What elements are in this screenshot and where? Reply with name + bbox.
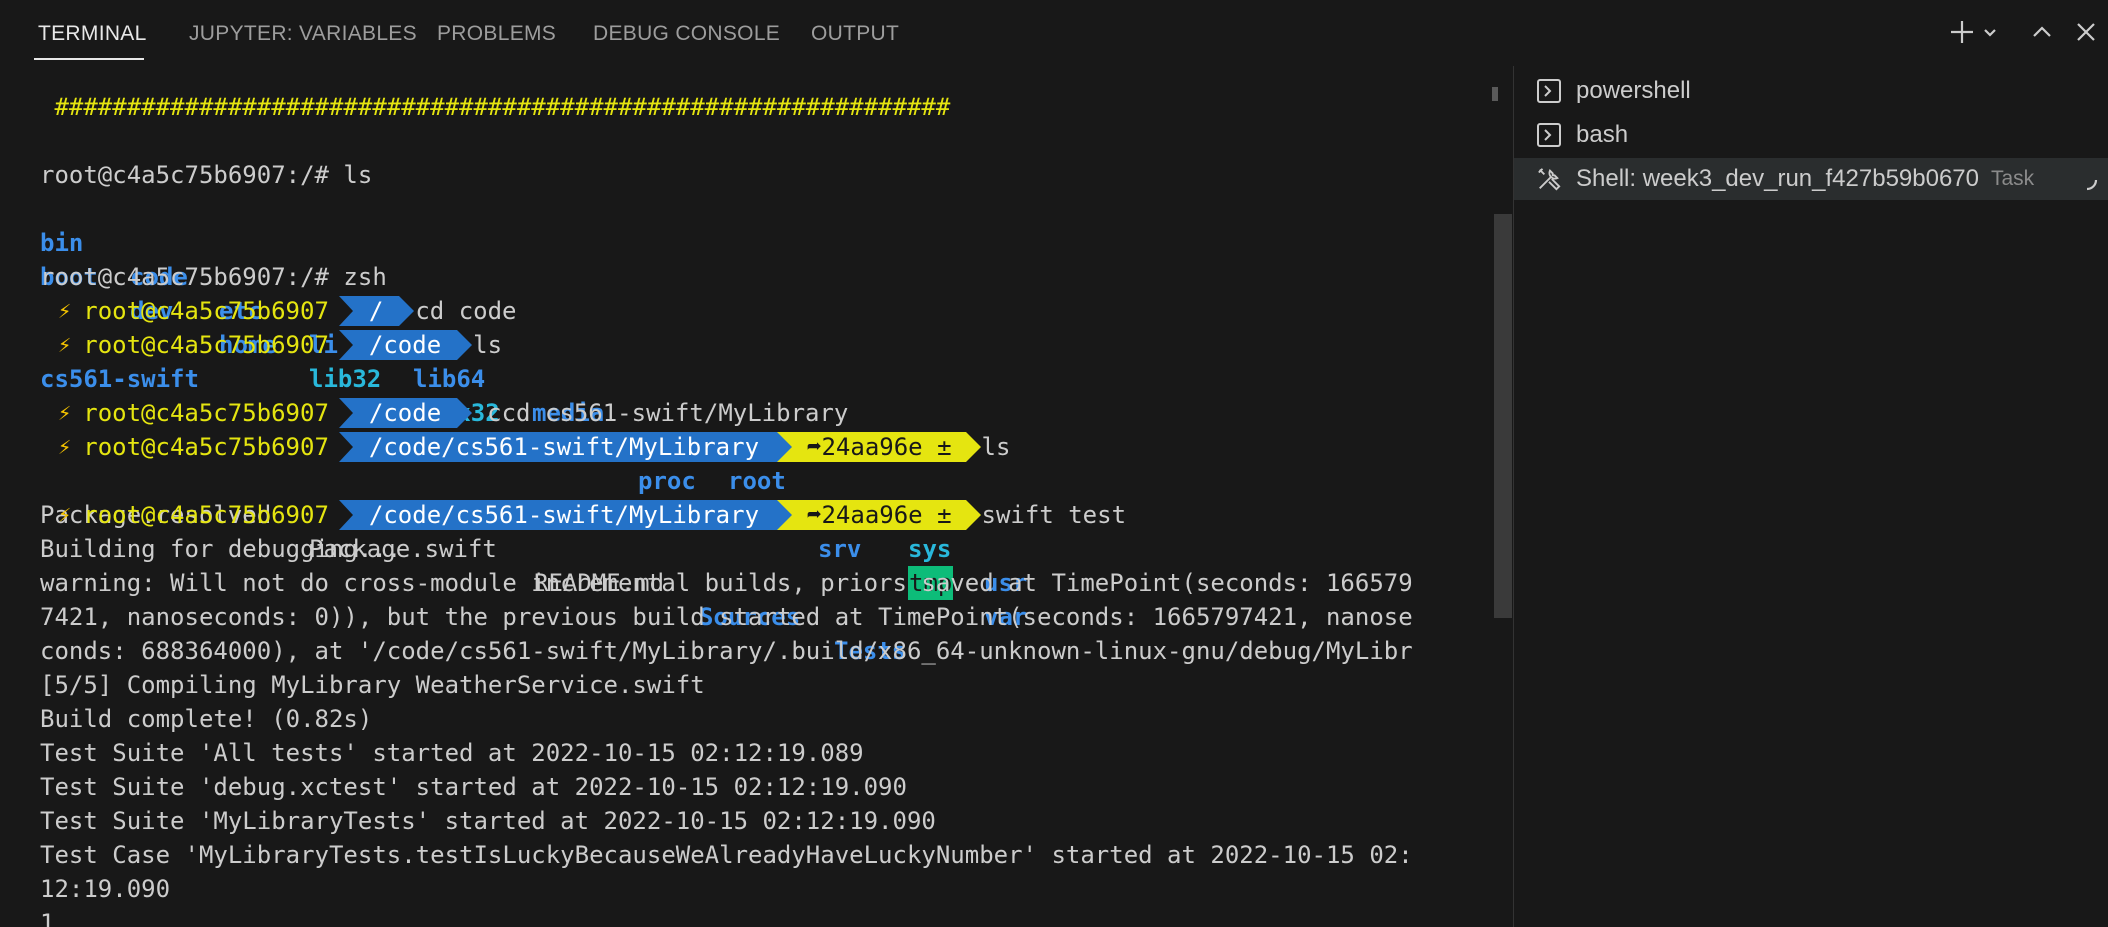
prompt-command: cd code — [415, 297, 517, 325]
chevron-up-icon — [2033, 26, 2051, 37]
prompt-context: ⚡ root@c4a5c75b6907 — [40, 296, 339, 326]
close-panel-button[interactable] — [2068, 14, 2104, 50]
prompt-dir: /code — [338, 398, 473, 428]
zsh-prompt: ⚡ root@c4a5c75b6907 /code/cs561-swift/MyL… — [40, 498, 1126, 532]
zsh-prompt: ⚡ root@c4a5c75b6907 / cd code — [40, 294, 517, 328]
output-line: Test Case 'MyLibraryTests.testIsLuckyBec… — [40, 841, 1413, 869]
output-line: 12:19.090 — [40, 875, 171, 903]
tab-terminal[interactable]: TERMINAL — [38, 22, 147, 46]
output-line: Build complete! (0.82s) — [40, 705, 373, 733]
terminal-item-bash[interactable]: bash — [1514, 114, 2108, 156]
tools-icon — [1536, 166, 1562, 192]
prompt-user-host: root@c4a5c75b6907 — [83, 399, 329, 427]
terminal-icon — [1536, 122, 1562, 148]
lightning-icon: ⚡ — [58, 332, 72, 358]
output-line: Test Suite 'debug.xctest' started at 202… — [40, 773, 907, 801]
terminal-scrollbar-thumb[interactable] — [1494, 214, 1512, 618]
terminal-icon — [1536, 78, 1562, 104]
terminal-prompt-zsh: root@c4a5c75b6907:/# zsh — [40, 263, 387, 291]
terminal-item-task-label: Task — [1991, 167, 2035, 190]
prompt-dir: /code — [338, 330, 473, 360]
terminal-tabs-list: powershell bash Shell: week3_dev_run_f42… — [1514, 66, 2108, 927]
new-terminal-button[interactable] — [1944, 14, 1980, 50]
zsh-prompt: ⚡ root@c4a5c75b6907 /code/cs561-swift/MyL… — [40, 430, 1010, 464]
ls-output-row-1: bin code etc lib lib64 media opt root sb… — [40, 192, 1490, 597]
prompt-dir: /code/cs561-swift/MyLibrary — [338, 500, 793, 530]
prompt-command: ls — [473, 331, 503, 359]
ls-entry: sys — [908, 535, 952, 563]
zsh-prompt: ⚡ root@c4a5c75b6907 /code ccd cs561-swift… — [40, 396, 848, 430]
tab-jupyter-variables[interactable]: JUPYTER: VARIABLES — [189, 22, 417, 46]
terminal-viewport[interactable]: ########################################… — [0, 66, 1494, 927]
prompt-context: ⚡ root@c4a5c75b6907 — [40, 330, 339, 360]
scrollbar-marker — [1492, 87, 1498, 101]
ls-output-row-2: boot dev home lib32 libx32 mnt proc run … — [40, 226, 1490, 631]
terminal-item-label: powershell — [1576, 77, 1691, 104]
prompt-user-host: root@c4a5c75b6907 — [83, 433, 329, 461]
prompt-dir: /code/cs561-swift/MyLibrary — [338, 432, 793, 462]
output-line: Test Suite 'All tests' started at 2022-1… — [40, 739, 864, 767]
lightning-icon: ⚡ — [58, 400, 72, 426]
prompt-dir: / — [338, 296, 415, 326]
panel-header: TERMINAL JUPYTER: VARIABLES PROBLEMS DEB… — [0, 0, 2108, 66]
output-line: [5/5] Compiling MyLibrary WeatherService… — [40, 671, 705, 699]
maximize-panel-button[interactable] — [2024, 14, 2060, 50]
terminal-item-powershell[interactable]: powershell — [1514, 70, 2108, 112]
close-icon — [2077, 23, 2095, 41]
prompt-user-host: root@c4a5c75b6907 — [83, 501, 329, 529]
ls-output-code: cs561-swift — [40, 365, 199, 393]
ls-entry: lib64 — [413, 365, 486, 393]
prompt-context: ⚡ root@c4a5c75b6907 — [40, 398, 339, 428]
prompt-command: ls — [981, 433, 1011, 461]
output-line: conds: 688364000), at '/code/cs561-swift… — [40, 637, 1413, 665]
banner-hash-line: ########################################… — [40, 93, 951, 121]
plus-icon — [1951, 21, 1973, 43]
lightning-icon: ⚡ — [58, 434, 72, 460]
prompt-command: ccd cs561-swift/MyLibrary — [487, 399, 849, 427]
terminal-item-label: bash — [1576, 121, 1629, 148]
ls-entry: srv — [818, 535, 862, 563]
zsh-prompt: ⚡ root@c4a5c75b6907 /code ls — [40, 328, 502, 362]
prompt-git-status: ➦24aa96e ± — [777, 500, 980, 530]
terminal-item-shell-task[interactable]: Shell: week3_dev_run_f427b59b0670 Task — [1514, 158, 2108, 200]
prompt-user-host: root@c4a5c75b6907 — [83, 297, 329, 325]
ls-output-mylibrary: Package.resolved Package.swift README.md… — [40, 464, 1490, 665]
loading-spinner-icon — [2086, 179, 2098, 191]
prompt-user-host: root@c4a5c75b6907 — [83, 331, 329, 359]
output-line: warning: Will not do cross-module increm… — [40, 569, 1413, 597]
lightning-icon: ⚡ — [58, 502, 72, 528]
terminal-prompt-ls: root@c4a5c75b6907:/# ls — [40, 161, 373, 189]
output-line: Test Suite 'MyLibraryTests' started at 2… — [40, 807, 936, 835]
output-line: 7421, nanoseconds: 0)), but the previous… — [40, 603, 1413, 631]
prompt-context: ⚡ root@c4a5c75b6907 — [40, 432, 339, 462]
terminal-item-label: Shell: week3_dev_run_f427b59b0670 — [1576, 165, 1979, 192]
chevron-down-icon — [1984, 29, 1996, 37]
output-line: Building for debugging... — [40, 535, 402, 563]
tab-problems[interactable]: PROBLEMS — [437, 22, 556, 46]
tab-debug-console[interactable]: DEBUG CONSOLE — [593, 22, 780, 46]
prompt-context: ⚡ root@c4a5c75b6907 — [40, 500, 339, 530]
tab-output[interactable]: OUTPUT — [811, 22, 899, 46]
terminal-launch-profile-button[interactable] — [1978, 14, 2002, 50]
output-line: 1 — [40, 909, 55, 927]
lightning-icon: ⚡ — [58, 298, 72, 324]
ls-entry: lib32 — [309, 365, 382, 393]
prompt-git-status: ➦24aa96e ± — [777, 432, 980, 462]
prompt-command: swift test — [981, 501, 1127, 529]
active-tab-indicator — [34, 58, 144, 60]
